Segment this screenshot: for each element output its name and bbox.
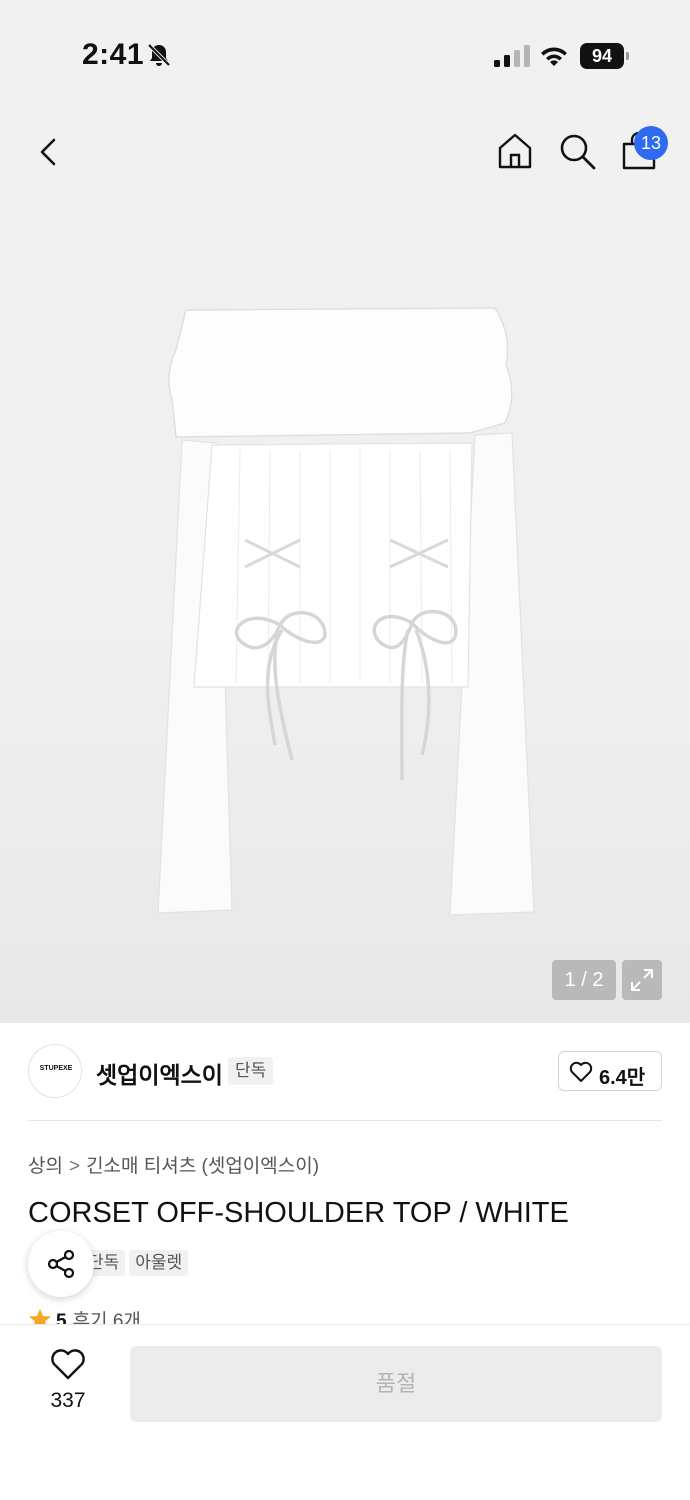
share-icon	[47, 1249, 75, 1279]
bottom-action-bar: 337 품절	[0, 1324, 690, 1500]
back-chevron-icon[interactable]	[30, 132, 70, 172]
brand-row: STUPEXE 셋업이엑스이 단독 6.4만	[0, 1023, 690, 1121]
signal-icon	[494, 45, 530, 67]
cart-count-badge: 13	[634, 126, 668, 160]
status-time: 2:41	[82, 38, 145, 71]
sold-out-button[interactable]: 품절	[130, 1346, 662, 1422]
product-image[interactable]	[150, 305, 540, 920]
status-bar: 2:41 94	[0, 0, 690, 110]
expand-icon	[631, 969, 653, 991]
breadcrumb-item-category[interactable]: 상의	[28, 1156, 63, 1177]
product-gallery[interactable]: 13 1 / 2	[0, 110, 690, 1023]
share-button[interactable]	[28, 1231, 94, 1297]
divider	[28, 1120, 662, 1121]
tag-outlet: 아울렛	[129, 1250, 189, 1276]
product-tags: 단독 아울렛	[82, 1250, 192, 1276]
breadcrumb-chevron-icon: >	[68, 1156, 81, 1177]
bell-slash-icon	[147, 43, 171, 67]
brand-name[interactable]: 셋업이엑스이	[96, 1056, 223, 1090]
breadcrumb: 상의 > 긴소매 티셔츠 (셋업이엑스이)	[28, 1151, 319, 1178]
exclusive-badge: 단독	[228, 1057, 274, 1085]
brand-like-button[interactable]: 6.4만	[558, 1051, 662, 1091]
battery-level: 94	[580, 43, 624, 69]
brand-like-count: 6.4만	[599, 1067, 646, 1089]
expand-image-button[interactable]	[622, 960, 662, 1000]
home-icon[interactable]	[494, 130, 536, 172]
brand-logo-text: STUPEXE	[39, 1065, 73, 1072]
search-icon[interactable]	[556, 130, 598, 172]
wishlist-count: 337	[50, 1389, 86, 1412]
wifi-icon	[541, 47, 567, 66]
wishlist-heart-icon[interactable]	[50, 1349, 86, 1381]
image-counter: 1 / 2	[552, 960, 616, 1000]
heart-icon	[569, 1061, 593, 1082]
breadcrumb-item-subcategory[interactable]: 긴소매 티셔츠 (셋업이엑스이)	[86, 1156, 319, 1177]
product-title: CORSET OFF-SHOULDER TOP / WHITE	[28, 1197, 569, 1229]
brand-logo[interactable]: STUPEXE	[28, 1044, 82, 1098]
battery-icon: 94	[580, 43, 630, 69]
